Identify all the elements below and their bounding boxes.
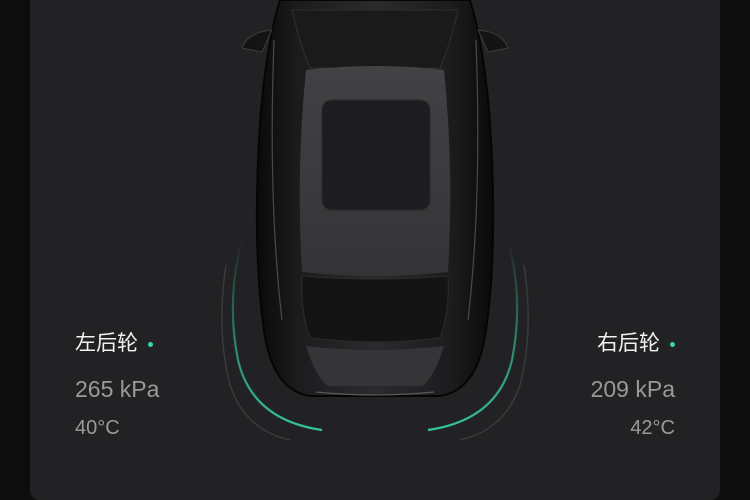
rear-left-tire-temperature: 40°C <box>75 417 120 439</box>
rear-right-tire-info: 右后轮 209 kPa 42°C <box>515 330 675 442</box>
rear-right-tire-temperature: 42°C <box>630 417 675 439</box>
rear-left-tire-label: 左后轮 <box>75 332 138 355</box>
tire-pressure-panel: 左后轮 265 kPa 40°C 右后轮 209 kPa 42°C <box>30 0 720 500</box>
rear-left-tire-info: 左后轮 265 kPa 40°C <box>75 330 235 442</box>
rear-right-tire-title: 右后轮 <box>515 330 675 358</box>
rear-left-tire-title: 左后轮 <box>75 330 235 358</box>
rear-right-tire-label: 右后轮 <box>597 332 660 355</box>
status-dot-icon <box>148 341 153 347</box>
status-dot-icon <box>670 341 675 347</box>
rear-right-tire-pressure: 209 kPa <box>590 376 675 402</box>
rear-left-tire-pressure: 265 kPa <box>75 376 160 402</box>
